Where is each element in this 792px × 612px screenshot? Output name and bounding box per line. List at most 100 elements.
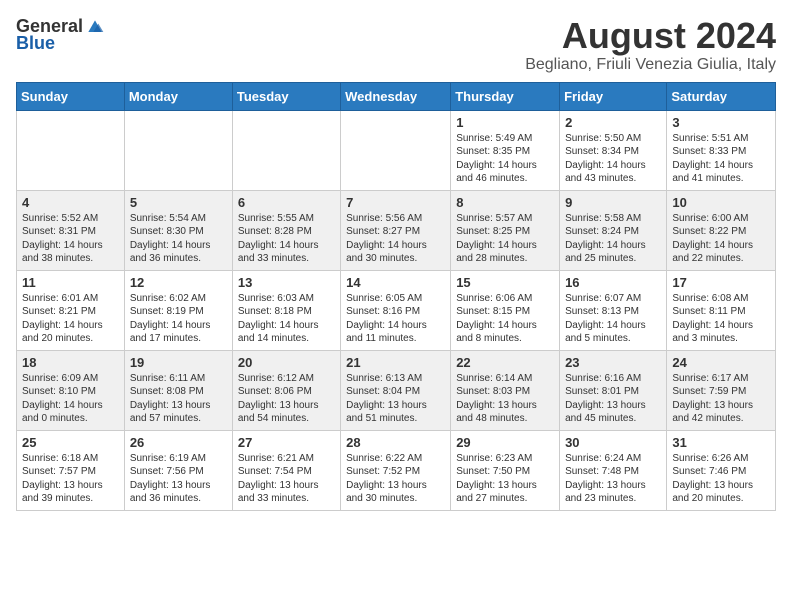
cell-content: Sunrise: 5:50 AM Sunset: 8:34 PM Dayligh… bbox=[565, 132, 661, 186]
calendar-week-4: 18 Sunrise: 6:09 AM Sunset: 8:10 PM Dayli… bbox=[17, 350, 776, 430]
day-number: 30 bbox=[565, 435, 661, 450]
calendar-cell: 10Sunrise: 6:00 AM Sunset: 8:22 PM Dayli… bbox=[667, 190, 776, 270]
calendar-cell: 18 Sunrise: 6:09 AM Sunset: 8:10 PM Dayli… bbox=[17, 350, 125, 430]
calendar-cell: 14Sunrise: 6:05 AM Sunset: 8:16 PM Dayli… bbox=[341, 270, 451, 350]
logo-blue: Blue bbox=[16, 33, 55, 54]
day-number: 22 bbox=[456, 355, 554, 370]
calendar-cell: 26 Sunrise: 6:19 AM Sunset: 7:56 PM Dayli… bbox=[124, 430, 232, 510]
day-number: 6 bbox=[238, 195, 335, 210]
cell-content: Sunrise: 6:26 AM Sunset: 7:46 PM Dayligh… bbox=[672, 452, 770, 506]
day-number: 1 bbox=[456, 115, 554, 130]
logo: General Blue bbox=[16, 16, 105, 54]
day-number: 26 bbox=[130, 435, 227, 450]
day-number: 2 bbox=[565, 115, 661, 130]
day-number: 27 bbox=[238, 435, 335, 450]
cell-content: Sunrise: 5:55 AM Sunset: 8:28 PM Dayligh… bbox=[238, 212, 335, 266]
calendar-cell: 2 Sunrise: 5:50 AM Sunset: 8:34 PM Daylig… bbox=[560, 110, 667, 190]
calendar-cell: 29 Sunrise: 6:23 AM Sunset: 7:50 PM Dayli… bbox=[451, 430, 560, 510]
cell-content: Sunrise: 6:17 AM Sunset: 7:59 PM Dayligh… bbox=[672, 372, 770, 426]
calendar-cell: 11 Sunrise: 6:01 AM Sunset: 8:21 PM Dayli… bbox=[17, 270, 125, 350]
calendar-cell: 17 Sunrise: 6:08 AM Sunset: 8:11 PM Dayli… bbox=[667, 270, 776, 350]
month-title: August 2024 bbox=[525, 16, 776, 56]
calendar-header-wednesday: Wednesday bbox=[341, 82, 451, 110]
cell-content: Sunrise: 5:57 AM Sunset: 8:25 PM Dayligh… bbox=[456, 212, 554, 266]
cell-content: Sunrise: 6:01 AM Sunset: 8:21 PM Dayligh… bbox=[22, 292, 119, 346]
calendar-cell: 5 Sunrise: 5:54 AM Sunset: 8:30 PM Daylig… bbox=[124, 190, 232, 270]
day-number: 16 bbox=[565, 275, 661, 290]
calendar-cell: 8 Sunrise: 5:57 AM Sunset: 8:25 PM Daylig… bbox=[451, 190, 560, 270]
cell-content: Sunrise: 6:24 AM Sunset: 7:48 PM Dayligh… bbox=[565, 452, 661, 506]
calendar-header-row: SundayMondayTuesdayWednesdayThursdayFrid… bbox=[17, 82, 776, 110]
calendar-cell: 24 Sunrise: 6:17 AM Sunset: 7:59 PM Dayli… bbox=[667, 350, 776, 430]
calendar-week-2: 4Sunrise: 5:52 AM Sunset: 8:31 PM Daylig… bbox=[17, 190, 776, 270]
day-number: 17 bbox=[672, 275, 770, 290]
day-number: 8 bbox=[456, 195, 554, 210]
cell-content: Sunrise: 6:08 AM Sunset: 8:11 PM Dayligh… bbox=[672, 292, 770, 346]
calendar-cell bbox=[232, 110, 340, 190]
day-number: 28 bbox=[346, 435, 445, 450]
calendar-cell: 6 Sunrise: 5:55 AM Sunset: 8:28 PM Daylig… bbox=[232, 190, 340, 270]
day-number: 20 bbox=[238, 355, 335, 370]
calendar-cell: 21 Sunrise: 6:13 AM Sunset: 8:04 PM Dayli… bbox=[341, 350, 451, 430]
cell-content: Sunrise: 6:19 AM Sunset: 7:56 PM Dayligh… bbox=[130, 452, 227, 506]
calendar-cell: 27 Sunrise: 6:21 AM Sunset: 7:54 PM Dayli… bbox=[232, 430, 340, 510]
day-number: 11 bbox=[22, 275, 119, 290]
day-number: 18 bbox=[22, 355, 119, 370]
cell-content: Sunrise: 6:07 AM Sunset: 8:13 PM Dayligh… bbox=[565, 292, 661, 346]
cell-content: Sunrise: 6:11 AM Sunset: 8:08 PM Dayligh… bbox=[130, 372, 227, 426]
cell-content: Sunrise: 5:49 AM Sunset: 8:35 PM Dayligh… bbox=[456, 132, 554, 186]
calendar-cell: 15 Sunrise: 6:06 AM Sunset: 8:15 PM Dayli… bbox=[451, 270, 560, 350]
day-number: 29 bbox=[456, 435, 554, 450]
calendar-header-monday: Monday bbox=[124, 82, 232, 110]
calendar-cell: 28 Sunrise: 6:22 AM Sunset: 7:52 PM Dayli… bbox=[341, 430, 451, 510]
cell-content: Sunrise: 6:16 AM Sunset: 8:01 PM Dayligh… bbox=[565, 372, 661, 426]
calendar-header-thursday: Thursday bbox=[451, 82, 560, 110]
calendar-cell: 31Sunrise: 6:26 AM Sunset: 7:46 PM Dayli… bbox=[667, 430, 776, 510]
location-title: Begliano, Friuli Venezia Giulia, Italy bbox=[525, 56, 776, 74]
day-number: 23 bbox=[565, 355, 661, 370]
day-number: 5 bbox=[130, 195, 227, 210]
day-number: 25 bbox=[22, 435, 119, 450]
cell-content: Sunrise: 6:18 AM Sunset: 7:57 PM Dayligh… bbox=[22, 452, 119, 506]
day-number: 21 bbox=[346, 355, 445, 370]
cell-content: Sunrise: 6:09 AM Sunset: 8:10 PM Dayligh… bbox=[22, 372, 119, 426]
cell-content: Sunrise: 6:22 AM Sunset: 7:52 PM Dayligh… bbox=[346, 452, 445, 506]
calendar-cell: 30 Sunrise: 6:24 AM Sunset: 7:48 PM Dayli… bbox=[560, 430, 667, 510]
calendar-cell: 23 Sunrise: 6:16 AM Sunset: 8:01 PM Dayli… bbox=[560, 350, 667, 430]
calendar-cell: 4Sunrise: 5:52 AM Sunset: 8:31 PM Daylig… bbox=[17, 190, 125, 270]
day-number: 19 bbox=[130, 355, 227, 370]
cell-content: Sunrise: 6:14 AM Sunset: 8:03 PM Dayligh… bbox=[456, 372, 554, 426]
calendar-cell: 25 Sunrise: 6:18 AM Sunset: 7:57 PM Dayli… bbox=[17, 430, 125, 510]
day-number: 15 bbox=[456, 275, 554, 290]
cell-content: Sunrise: 6:23 AM Sunset: 7:50 PM Dayligh… bbox=[456, 452, 554, 506]
calendar-table: SundayMondayTuesdayWednesdayThursdayFrid… bbox=[16, 82, 776, 511]
title-area: August 2024 Begliano, Friuli Venezia Giu… bbox=[525, 16, 776, 74]
cell-content: Sunrise: 6:03 AM Sunset: 8:18 PM Dayligh… bbox=[238, 292, 335, 346]
cell-content: Sunrise: 6:21 AM Sunset: 7:54 PM Dayligh… bbox=[238, 452, 335, 506]
calendar-cell: 9Sunrise: 5:58 AM Sunset: 8:24 PM Daylig… bbox=[560, 190, 667, 270]
day-number: 3 bbox=[672, 115, 770, 130]
day-number: 7 bbox=[346, 195, 445, 210]
calendar-cell bbox=[17, 110, 125, 190]
calendar-cell: 13Sunrise: 6:03 AM Sunset: 8:18 PM Dayli… bbox=[232, 270, 340, 350]
calendar-cell: 1 Sunrise: 5:49 AM Sunset: 8:35 PM Daylig… bbox=[451, 110, 560, 190]
cell-content: Sunrise: 6:13 AM Sunset: 8:04 PM Dayligh… bbox=[346, 372, 445, 426]
calendar-cell bbox=[124, 110, 232, 190]
calendar-header-saturday: Saturday bbox=[667, 82, 776, 110]
cell-content: Sunrise: 6:00 AM Sunset: 8:22 PM Dayligh… bbox=[672, 212, 770, 266]
day-number: 24 bbox=[672, 355, 770, 370]
calendar-cell: 20 Sunrise: 6:12 AM Sunset: 8:06 PM Dayli… bbox=[232, 350, 340, 430]
calendar-cell bbox=[341, 110, 451, 190]
calendar-week-5: 25 Sunrise: 6:18 AM Sunset: 7:57 PM Dayli… bbox=[17, 430, 776, 510]
cell-content: Sunrise: 6:12 AM Sunset: 8:06 PM Dayligh… bbox=[238, 372, 335, 426]
cell-content: Sunrise: 6:05 AM Sunset: 8:16 PM Dayligh… bbox=[346, 292, 445, 346]
calendar-week-1: 1 Sunrise: 5:49 AM Sunset: 8:35 PM Daylig… bbox=[17, 110, 776, 190]
calendar-header-tuesday: Tuesday bbox=[232, 82, 340, 110]
cell-content: Sunrise: 5:58 AM Sunset: 8:24 PM Dayligh… bbox=[565, 212, 661, 266]
cell-content: Sunrise: 5:52 AM Sunset: 8:31 PM Dayligh… bbox=[22, 212, 119, 266]
calendar-header-friday: Friday bbox=[560, 82, 667, 110]
calendar-header-sunday: Sunday bbox=[17, 82, 125, 110]
cell-content: Sunrise: 5:56 AM Sunset: 8:27 PM Dayligh… bbox=[346, 212, 445, 266]
cell-content: Sunrise: 5:54 AM Sunset: 8:30 PM Dayligh… bbox=[130, 212, 227, 266]
cell-content: Sunrise: 6:06 AM Sunset: 8:15 PM Dayligh… bbox=[456, 292, 554, 346]
